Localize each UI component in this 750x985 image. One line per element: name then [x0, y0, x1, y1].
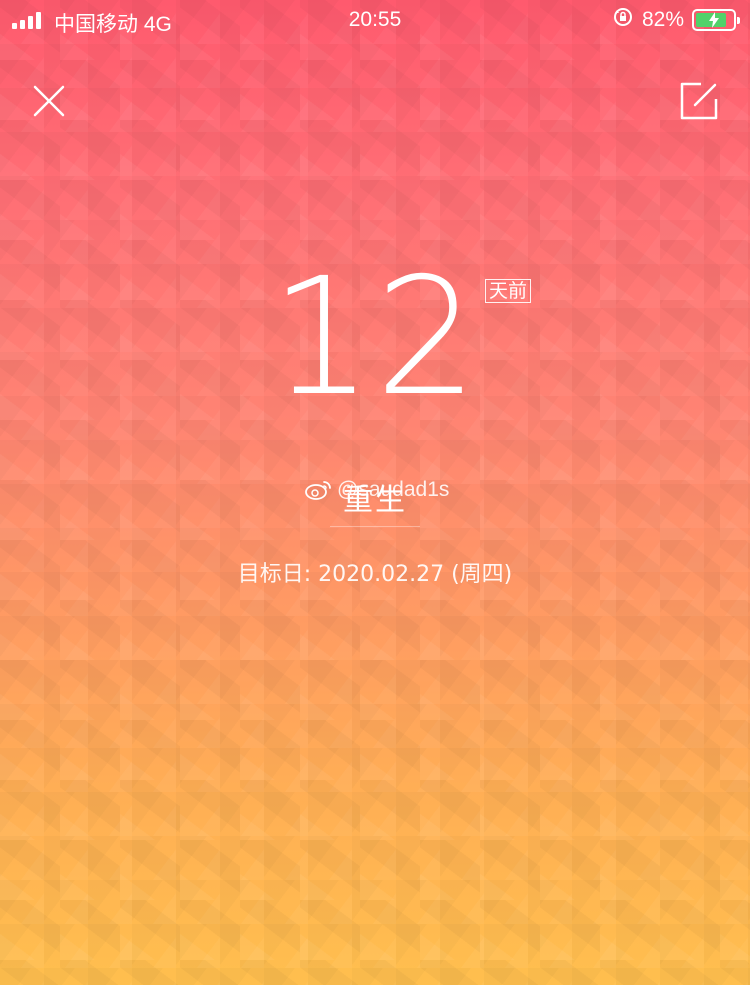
- charging-bolt-icon: [694, 11, 734, 29]
- status-right-group: 82%: [612, 6, 740, 34]
- weibo-icon: [305, 481, 331, 500]
- day-count: 12: [269, 244, 481, 432]
- target-date: 目标日: 2020.02.27 (周四): [237, 562, 513, 587]
- orientation-lock-icon: [612, 6, 634, 34]
- watermark-handle: @saudad1s: [337, 478, 450, 501]
- watermark: @saudad1s: [305, 478, 449, 502]
- battery-percent: 82%: [641, 8, 684, 31]
- edit-icon: [680, 82, 718, 120]
- close-button[interactable]: [30, 82, 68, 120]
- day-unit-badge: 天前: [485, 279, 532, 303]
- close-icon: [33, 85, 65, 117]
- edit-button[interactable]: [677, 79, 721, 123]
- status-bar: 中国移动 4G 20:55 82%: [0, 0, 750, 40]
- title-divider: [330, 526, 420, 527]
- battery-charging-icon: [692, 9, 740, 31]
